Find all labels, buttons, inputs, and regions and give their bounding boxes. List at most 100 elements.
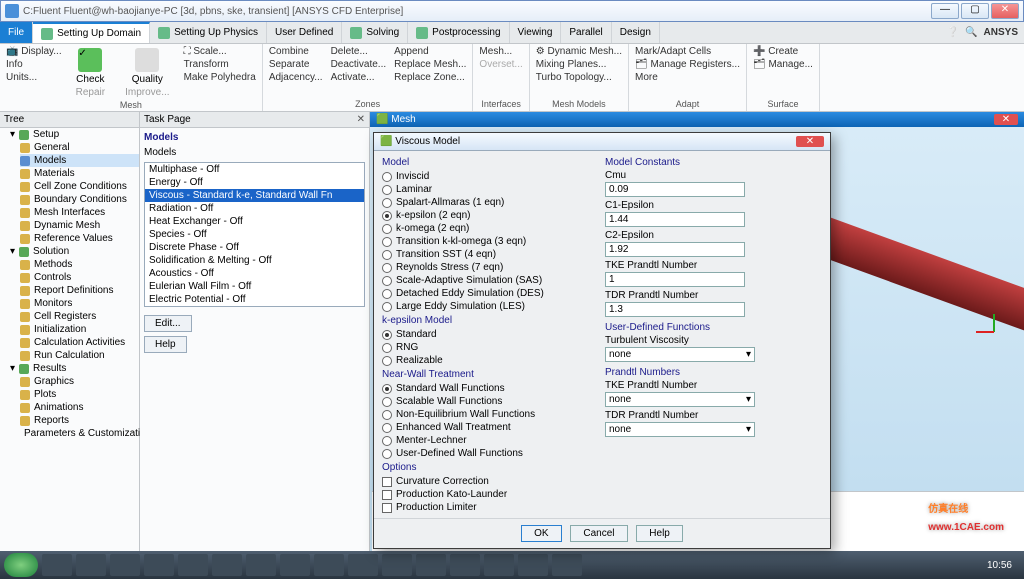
nwt-radio[interactable]: User-Defined Wall Functions — [382, 447, 599, 460]
nwt-radio[interactable]: Enhanced Wall Treatment — [382, 421, 599, 434]
model-radio[interactable]: Spalart-Allmaras (1 eqn) — [382, 196, 599, 209]
taskbar-item[interactable] — [76, 554, 106, 576]
taskbar-item[interactable] — [450, 554, 480, 576]
nwt-radio[interactable]: Standard Wall Functions — [382, 382, 599, 395]
dynamic-mesh-button[interactable]: ⚙ Dynamic Mesh... — [536, 46, 622, 57]
tree-setup[interactable]: ▾Setup — [10, 128, 139, 141]
tree-results[interactable]: ▾Results — [10, 362, 139, 375]
more-button[interactable]: More — [635, 72, 740, 83]
model-radio[interactable]: Large Eddy Simulation (LES) — [382, 300, 599, 313]
tab-parallel[interactable]: Parallel — [561, 22, 611, 43]
option-checkbox[interactable]: Production Kato-Launder — [382, 488, 599, 501]
tree-general[interactable]: General — [20, 141, 139, 154]
taskbar-item[interactable] — [484, 554, 514, 576]
nwt-radio[interactable]: Non-Equilibrium Wall Functions — [382, 408, 599, 421]
dialog-help-button[interactable]: Help — [636, 525, 683, 542]
help-icon[interactable]: ❔ — [947, 27, 959, 38]
tree-models[interactable]: Models — [20, 154, 139, 167]
display-button[interactable]: 📺 Display... — [6, 46, 62, 57]
check-button[interactable]: ✓CheckRepair — [70, 46, 111, 100]
list-item[interactable]: Solidification & Melting - Off — [145, 254, 364, 267]
tree-meshif[interactable]: Mesh Interfaces — [20, 206, 139, 219]
taskbar-item[interactable] — [144, 554, 174, 576]
tree-init[interactable]: Initialization — [20, 323, 139, 336]
mesh-interface-button[interactable]: Mesh... — [479, 46, 522, 57]
mark-adapt-button[interactable]: Mark/Adapt Cells — [635, 46, 740, 57]
tree-methods[interactable]: Methods — [20, 258, 139, 271]
taskbar-item[interactable] — [42, 554, 72, 576]
list-item[interactable]: Acoustics - Off — [145, 267, 364, 280]
file-tab[interactable]: File — [0, 22, 33, 43]
taskbar-item[interactable] — [212, 554, 242, 576]
model-radio[interactable]: Scale-Adaptive Simulation (SAS) — [382, 274, 599, 287]
tree-calcact[interactable]: Calculation Activities — [20, 336, 139, 349]
tree-reports[interactable]: Reports — [20, 414, 139, 427]
list-item[interactable]: Multiphase - Off — [145, 163, 364, 176]
tab-design[interactable]: Design — [612, 22, 660, 43]
transform-button[interactable]: Transform — [184, 59, 256, 70]
task-close-icon[interactable]: ✕ — [357, 114, 365, 125]
taskbar-item[interactable] — [382, 554, 412, 576]
constant-field[interactable]: 1.44 — [605, 212, 745, 227]
taskbar-item[interactable] — [246, 554, 276, 576]
tab-postprocessing[interactable]: Postprocessing — [408, 22, 509, 43]
tree-cellreg[interactable]: Cell Registers — [20, 310, 139, 323]
cancel-button[interactable]: Cancel — [570, 525, 627, 542]
ok-button[interactable]: OK — [521, 525, 561, 542]
tree-anim[interactable]: Animations — [20, 401, 139, 414]
taskbar-item[interactable] — [280, 554, 310, 576]
replace-zone-button[interactable]: Replace Zone... — [394, 72, 466, 83]
units-button[interactable]: Units... — [6, 72, 62, 83]
tab-setting-up-physics[interactable]: Setting Up Physics — [150, 22, 267, 43]
taskbar-item[interactable] — [314, 554, 344, 576]
nwt-radio[interactable]: Menter-Lechner — [382, 434, 599, 447]
info-button[interactable]: Info — [6, 59, 62, 70]
search-icon[interactable]: 🔍 — [965, 27, 977, 38]
activate-button[interactable]: Activate... — [331, 72, 387, 83]
model-radio[interactable]: Reynolds Stress (7 eqn) — [382, 261, 599, 274]
replace-mesh-button[interactable]: Replace Mesh... — [394, 59, 466, 70]
tree-reportdef[interactable]: Report Definitions — [20, 284, 139, 297]
turb-viscosity-select[interactable]: none▾ — [605, 347, 755, 362]
taskbar-item[interactable] — [178, 554, 208, 576]
tke-pn-select[interactable]: none▾ — [605, 392, 755, 407]
list-item[interactable]: Radiation - Off — [145, 202, 364, 215]
dialog-close-icon[interactable]: ✕ — [796, 136, 824, 147]
list-item[interactable]: Energy - Off — [145, 176, 364, 189]
option-checkbox[interactable]: Production Limiter — [382, 501, 599, 514]
model-radio[interactable]: Transition SST (4 eqn) — [382, 248, 599, 261]
mixing-planes-button[interactable]: Mixing Planes... — [536, 59, 622, 70]
tree-graphics[interactable]: Graphics — [20, 375, 139, 388]
tab-viewing[interactable]: Viewing — [510, 22, 562, 43]
deactivate-button[interactable]: Deactivate... — [331, 59, 387, 70]
list-item[interactable]: Electric Potential - Off — [145, 293, 364, 306]
scale-button[interactable]: ⛶ Scale... — [184, 46, 256, 57]
quality-button[interactable]: QualityImprove... — [119, 46, 175, 100]
tree-refvals[interactable]: Reference Values — [20, 232, 139, 245]
taskbar-item[interactable] — [110, 554, 140, 576]
constant-field[interactable]: 1 — [605, 272, 745, 287]
tree-materials[interactable]: Materials — [20, 167, 139, 180]
help-button[interactable]: Help — [144, 336, 187, 353]
kemodel-radio[interactable]: Standard — [382, 328, 599, 341]
turbo-topology-button[interactable]: Turbo Topology... — [536, 72, 622, 83]
taskbar-item[interactable] — [552, 554, 582, 576]
tab-setting-up-domain[interactable]: Setting Up Domain — [33, 22, 150, 43]
taskbar-item[interactable] — [416, 554, 446, 576]
list-item[interactable]: Eulerian Wall Film - Off — [145, 280, 364, 293]
option-checkbox[interactable]: Curvature Correction — [382, 475, 599, 488]
tdr-pn-select[interactable]: none▾ — [605, 422, 755, 437]
constant-field[interactable]: 1.3 — [605, 302, 745, 317]
window-close-button[interactable]: ✕ — [991, 3, 1019, 19]
tree-controls[interactable]: Controls — [20, 271, 139, 284]
constant-field[interactable]: 1.92 — [605, 242, 745, 257]
tree-solution[interactable]: ▾Solution — [10, 245, 139, 258]
list-item[interactable]: Species - Off — [145, 228, 364, 241]
taskbar-item[interactable] — [348, 554, 378, 576]
model-radio[interactable]: k-epsilon (2 eqn) — [382, 209, 599, 222]
list-item[interactable]: Discrete Phase - Off — [145, 241, 364, 254]
create-surface-button[interactable]: ➕ Create — [753, 46, 813, 57]
window-maximize-button[interactable]: ▢ — [961, 3, 989, 19]
kemodel-radio[interactable]: Realizable — [382, 354, 599, 367]
start-button[interactable] — [4, 553, 38, 577]
